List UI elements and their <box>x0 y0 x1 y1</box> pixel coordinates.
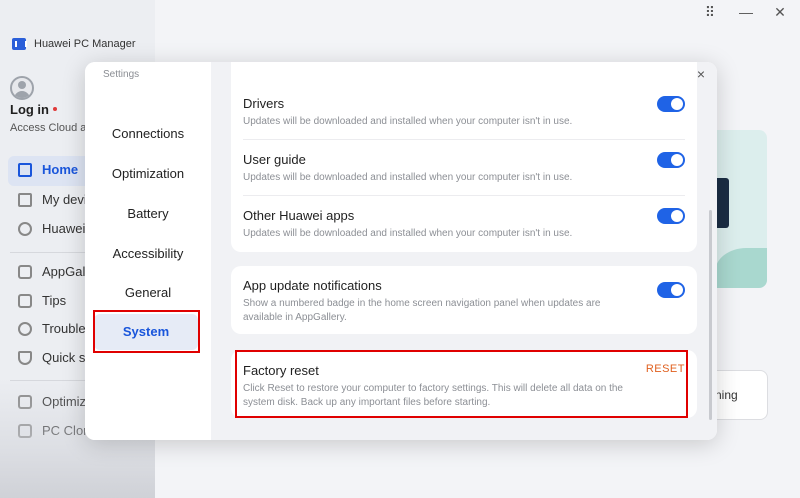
nav-item-home[interactable]: Home <box>18 162 78 177</box>
setting-title: Drivers <box>243 96 285 111</box>
setting-desc: Updates will be downloaded and installed… <box>243 116 573 127</box>
setting-row-drivers: Drivers Updates will be downloaded and i… <box>243 96 685 129</box>
shield-icon <box>18 350 32 365</box>
nav-item-label: AppGall <box>42 264 89 279</box>
background-button[interactable]: ning <box>713 370 768 420</box>
app-title: Huawei PC Manager <box>12 38 136 50</box>
wireless-icon <box>18 221 32 236</box>
updates-card: Drivers Updates will be downloaded and i… <box>231 62 697 252</box>
nav-item-appgallery[interactable]: AppGall <box>18 264 88 279</box>
drivers-toggle[interactable] <box>657 96 685 112</box>
nav-item-optimization[interactable]: Optimiz <box>18 394 86 409</box>
settings-nav: Settings Connections Optimization Batter… <box>85 62 211 440</box>
nav-item-troubleshooting[interactable]: Troubles <box>18 321 92 336</box>
user-guide-toggle[interactable] <box>657 152 685 168</box>
settings-nav-optimization[interactable]: Optimization <box>85 166 211 181</box>
setting-row-factory-reset: Factory reset Click Reset to restore you… <box>243 363 627 410</box>
nav-item-my-devices[interactable]: My devi <box>18 192 87 207</box>
notifications-card: App update notifications Show a numbered… <box>231 266 697 334</box>
nav-item-label: Huawei <box>42 221 86 236</box>
grid-icon[interactable]: ⠿ <box>701 4 719 21</box>
login-badge <box>53 107 57 111</box>
login-link[interactable]: Log in <box>10 102 49 117</box>
settings-nav-connections[interactable]: Connections <box>85 126 211 141</box>
setting-desc: Updates will be downloaded and installed… <box>243 228 573 239</box>
notifications-toggle[interactable] <box>657 282 685 298</box>
settings-content: × Drivers Updates will be downloaded and… <box>211 62 717 440</box>
settings-nav-system[interactable]: System <box>94 314 198 350</box>
other-apps-toggle[interactable] <box>657 208 685 224</box>
setting-row-user-guide: User guide Updates will be downloaded an… <box>243 152 685 185</box>
setting-desc: Click Reset to restore your computer to … <box>243 383 623 408</box>
minimize-button[interactable]: — <box>737 4 755 20</box>
background-banner <box>715 130 767 288</box>
nav-item-tips[interactable]: Tips <box>18 293 66 308</box>
nav-item-quick-service[interactable]: Quick se <box>18 350 93 365</box>
tips-icon <box>18 293 32 308</box>
avatar-icon[interactable] <box>10 76 34 100</box>
setting-row-notifications: App update notifications Show a numbered… <box>243 278 627 325</box>
setting-title: Factory reset <box>243 363 319 378</box>
troubleshoot-icon <box>18 321 32 336</box>
clone-icon <box>18 423 32 438</box>
app-title-text: Huawei PC Manager <box>34 38 136 50</box>
monitor-icon <box>18 162 32 177</box>
settings-nav-accessibility[interactable]: Accessibility <box>85 246 211 261</box>
huawei-logo-icon <box>12 38 27 50</box>
nav-item-huawei-share[interactable]: Huawei <box>18 221 85 236</box>
devices-icon <box>18 192 32 207</box>
setting-desc: Updates will be downloaded and installed… <box>243 172 573 183</box>
settings-dialog: Settings Connections Optimization Batter… <box>85 62 717 440</box>
settings-title: Settings <box>103 69 140 80</box>
scrollbar[interactable] <box>709 210 712 420</box>
setting-desc: Show a numbered badge in the home screen… <box>243 298 601 323</box>
settings-nav-general[interactable]: General <box>85 285 211 300</box>
nav-item-label: Tips <box>42 293 67 308</box>
setting-row-other-apps: Other Huawei apps Updates will be downlo… <box>243 208 685 241</box>
optimize-icon <box>18 394 32 409</box>
nav-item-label: Home <box>42 162 79 177</box>
row-divider <box>243 195 685 196</box>
setting-title: User guide <box>243 152 306 167</box>
close-window-button[interactable]: ✕ <box>771 4 789 21</box>
close-icon[interactable]: × <box>697 66 705 82</box>
setting-title: Other Huawei apps <box>243 208 355 223</box>
setting-title: App update notifications <box>243 278 382 293</box>
reset-button[interactable]: RESET <box>646 363 685 375</box>
settings-nav-battery[interactable]: Battery <box>85 206 211 221</box>
row-divider <box>243 139 685 140</box>
appgallery-icon <box>18 264 32 279</box>
nav-item-label: Optimiz <box>42 394 87 409</box>
factory-reset-card: Factory reset Click Reset to restore you… <box>231 350 697 418</box>
nav-item-label: My devi <box>42 192 87 207</box>
